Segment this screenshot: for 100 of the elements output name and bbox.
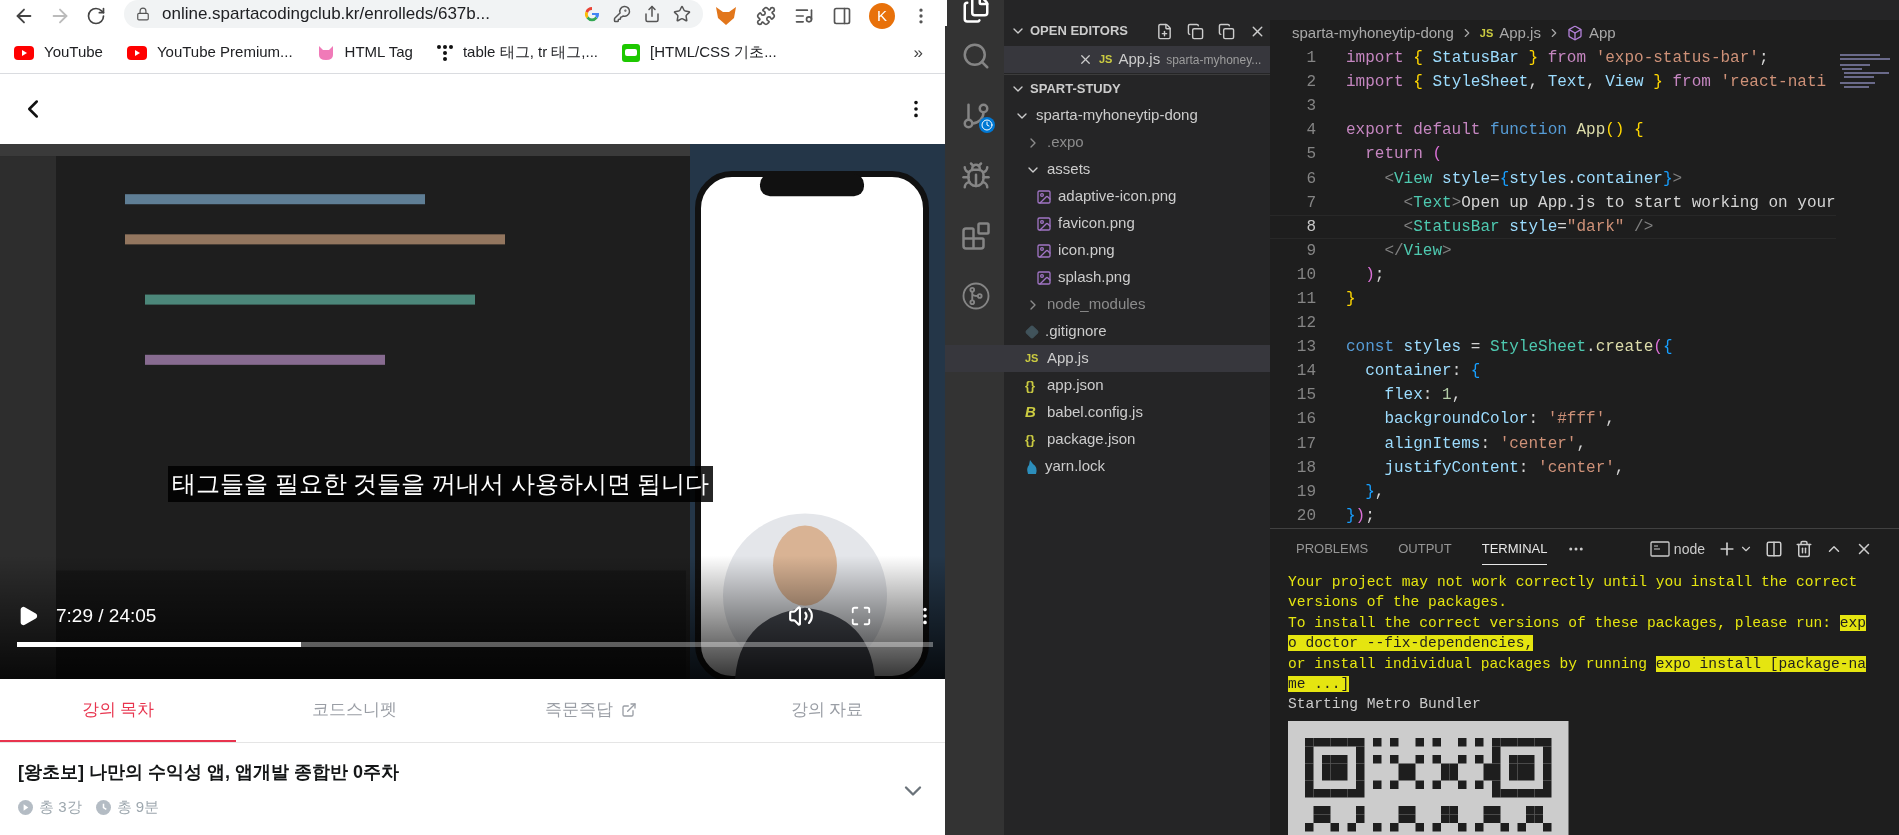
share-icon[interactable] — [643, 5, 661, 23]
run-debug-icon[interactable] — [960, 161, 991, 191]
folder-item[interactable]: node_modules — [945, 291, 1270, 318]
breadcrumb-item[interactable]: sparta-myhoneytip-dong — [1292, 21, 1454, 45]
js-file-icon: JS — [1099, 51, 1113, 68]
file-item[interactable]: .gitignore — [945, 318, 1270, 345]
code-line: container: { — [1364, 361, 1481, 383]
url-text: online.spartacodingclub.kr/enrolleds/637b... — [162, 3, 491, 26]
file-path: sparta-myhoney... — [1166, 51, 1262, 69]
code-line: flex: 1, — [1383, 385, 1462, 407]
trash-icon[interactable] — [1795, 540, 1813, 558]
terminal-line: versions of the packages. — [1288, 593, 1508, 613]
google-icon — [583, 5, 601, 23]
extensions-icon[interactable] — [756, 6, 776, 26]
file-item[interactable]: yarn.lock — [945, 453, 1270, 480]
fullscreen-button[interactable] — [850, 605, 872, 627]
line-number: 7 — [1305, 192, 1316, 214]
reload-button[interactable] — [86, 6, 106, 26]
image-file-icon — [1036, 269, 1052, 286]
bookmark[interactable]: HTML Tag — [316, 41, 413, 64]
youtube-icon — [126, 45, 147, 60]
line-number: 5 — [1305, 144, 1316, 166]
bookmark[interactable]: YouTube Premium... — [126, 41, 293, 64]
split-terminal-icon[interactable] — [1765, 540, 1783, 558]
open-editor-item[interactable]: JS App.js sparta-myhoney... — [1004, 46, 1270, 73]
close-icon[interactable] — [1078, 52, 1093, 67]
bookmark[interactable]: YouTube — [14, 41, 103, 64]
panel-tab[interactable]: TERMINAL — [1481, 532, 1548, 566]
code-line: }); — [1346, 505, 1375, 527]
file-item[interactable]: {} package.json — [945, 426, 1270, 453]
youtube-icon — [14, 45, 34, 60]
progress-track[interactable] — [17, 642, 933, 647]
file-item[interactable]: splash.png — [945, 264, 1270, 291]
diamond-icon — [1025, 324, 1039, 339]
file-item[interactable]: favicon.png — [945, 210, 1270, 237]
line-number: 1 — [1305, 48, 1316, 70]
folder-item[interactable]: sparta-myhoneytip-dong — [945, 102, 1270, 129]
tab[interactable]: 강의 목차 — [0, 679, 237, 742]
line-number: 9 — [1305, 240, 1316, 262]
panel-tab[interactable]: OUTPUT — [1398, 532, 1452, 566]
file-name: App.js — [1118, 49, 1161, 70]
course-duration: 총 9분 — [116, 797, 160, 817]
breadcrumb-item[interactable]: App — [1588, 21, 1616, 45]
terminal-icon — [1649, 541, 1670, 557]
js-file-icon: JS — [1025, 350, 1041, 367]
folder-item[interactable]: .expo — [945, 129, 1270, 156]
side-panel-icon[interactable] — [832, 6, 852, 26]
image-file-icon — [1036, 188, 1052, 205]
bookmark[interactable]: table 태그, tr 태그,... — [436, 41, 598, 64]
image-file-icon — [1036, 215, 1052, 232]
section-header[interactable]: SPART-STUDY — [1030, 78, 1121, 99]
clock-icon — [95, 799, 111, 815]
code-line: <View style={styles.container}> — [1383, 168, 1683, 190]
new-file-icon[interactable] — [1156, 22, 1173, 40]
file-item[interactable]: adaptive-icon.png — [945, 183, 1270, 210]
file-item[interactable]: {} app.json — [945, 372, 1270, 399]
code-line: </View> — [1383, 240, 1452, 262]
lock-icon — [136, 7, 150, 21]
code-line: }, — [1364, 481, 1385, 503]
video-time: 7:29 / 24:05 — [56, 604, 157, 628]
code-line: <StatusBar style="dark" /> — [1402, 216, 1654, 238]
file-item[interactable]: icon.png — [945, 237, 1270, 264]
address-bar[interactable]: online.spartacodingclub.kr/enrolleds/637b... — [124, 0, 703, 28]
line-number: 16 — [1295, 409, 1316, 431]
volume-button[interactable] — [788, 603, 814, 629]
git-graph-icon[interactable] — [960, 281, 991, 311]
code-line: justifyContent: 'center', — [1383, 457, 1625, 479]
bookmark[interactable]: [HTML/CSS 기초... — [621, 41, 777, 64]
folder-item[interactable]: assets — [945, 156, 1270, 183]
terminal-line: Your project may not work correctly until you install the correct — [1288, 573, 1859, 592]
js-file-icon: JS — [1479, 24, 1494, 42]
more-bookmarks-button[interactable]: » — [913, 39, 923, 66]
file-item[interactable]: B babel.config.js — [945, 399, 1270, 426]
code-line: import { StyleSheet, Text, View } from 'react-nati — [1346, 72, 1827, 94]
course-title: [왕초보] 나만의 수익성 앱, 앱개발 종합반 0주차 — [18, 761, 399, 784]
line-number: 4 — [1305, 120, 1316, 142]
json-file-icon: {} — [1025, 375, 1041, 396]
breadcrumb-item[interactable]: App.js — [1499, 21, 1541, 45]
bookmark-star-icon[interactable] — [673, 5, 691, 23]
dots-icon — [436, 43, 453, 62]
key-icon[interactable] — [613, 5, 631, 23]
yarn-icon — [1025, 458, 1039, 475]
line-number: 2 — [1305, 72, 1316, 94]
code-line: return ( — [1364, 144, 1443, 166]
terminal-line: or install individual packages by running expo install [package-na — [1288, 654, 1868, 674]
image-file-icon — [1036, 242, 1052, 259]
section-header[interactable]: OPEN EDITORS — [1030, 21, 1152, 41]
code-line: } — [1346, 289, 1356, 310]
line-number: 13 — [1295, 337, 1316, 359]
line-number: 8 — [1305, 216, 1316, 238]
file-item[interactable]: JS App.js — [945, 345, 1270, 372]
code-line: ); — [1364, 264, 1385, 286]
extensions-icon[interactable] — [960, 221, 991, 251]
line-number: 11 — [1295, 289, 1316, 310]
fox-icon[interactable] — [715, 6, 737, 26]
terminal-name[interactable]: node — [1673, 538, 1705, 560]
media-icon[interactable] — [794, 6, 814, 26]
panel-tab[interactable]: PROBLEMS — [1296, 532, 1369, 566]
babel-file-icon: B — [1025, 401, 1041, 424]
code-line: <Text>Open up App.js to start working on your — [1402, 192, 1836, 214]
